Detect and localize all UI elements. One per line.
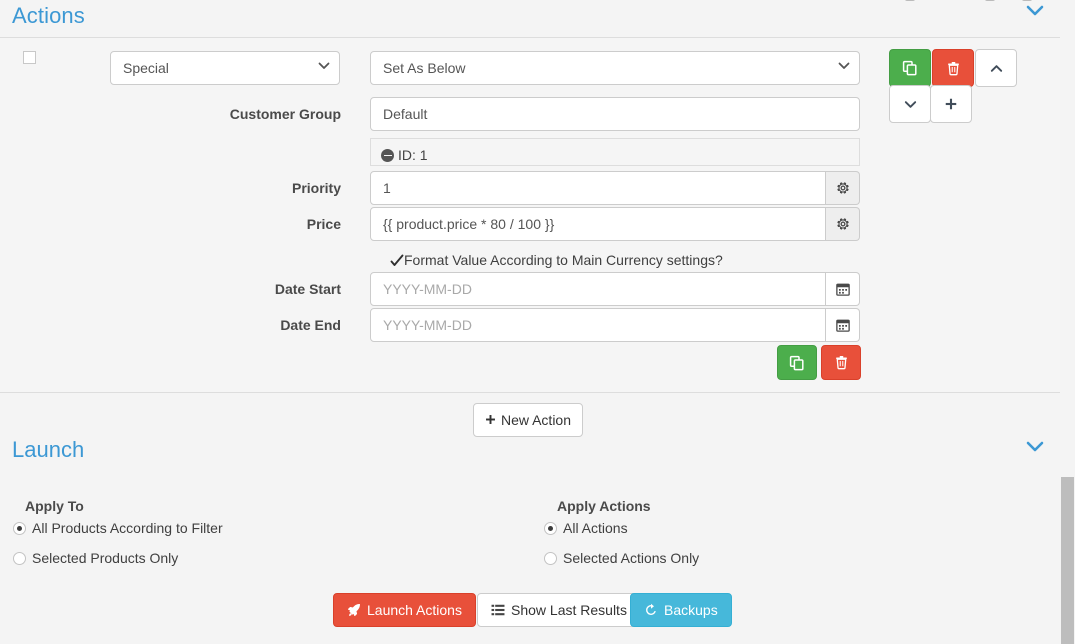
copy-action-button[interactable]: [889, 49, 931, 87]
checkmark-icon[interactable]: [390, 254, 404, 267]
radio-icon[interactable]: [544, 552, 557, 565]
trash-icon: [835, 355, 847, 370]
price-label: Price: [306, 216, 341, 232]
chevron-up-icon: [990, 64, 1002, 72]
chevron-down-icon[interactable]: [1025, 440, 1045, 460]
action-type-select-wrap: Special: [110, 51, 340, 85]
trash-icon: [947, 61, 959, 75]
delete-field-button[interactable]: [821, 345, 861, 380]
move-up-button[interactable]: [975, 49, 1017, 87]
customer-group-id-label: ID: 1: [398, 147, 428, 163]
new-action-label: New Action: [500, 412, 572, 428]
show-last-results-label: Show Last Results: [511, 602, 627, 618]
copy-icon: [902, 60, 917, 76]
action-mode-select[interactable]: Set As Below: [370, 51, 860, 85]
gear-icon: [836, 218, 849, 230]
apply-to-group-label: Apply To: [25, 498, 84, 514]
radio-selected-products-only[interactable]: Selected Products Only: [13, 550, 178, 566]
page-title: Actions: [12, 3, 85, 28]
copy-icon: [789, 355, 804, 370]
chevron-down-icon[interactable]: [1025, 4, 1045, 24]
chevron-down-icon: [904, 100, 916, 108]
date-end-label: Date End: [280, 317, 341, 333]
page-scrollbar-thumb[interactable]: [1061, 477, 1074, 644]
gear-icon: [836, 182, 849, 194]
calendar-icon: [835, 283, 850, 296]
launch-actions-label: Launch Actions: [367, 602, 462, 618]
radio-icon[interactable]: [13, 552, 26, 565]
customer-group-id-item[interactable]: ID: 1: [370, 138, 860, 166]
plus-icon: [945, 98, 957, 110]
history-icon: [644, 603, 658, 617]
radio-label: All Products According to Filter: [32, 520, 223, 536]
action-type-select[interactable]: Special: [110, 51, 340, 85]
customer-group-input[interactable]: [370, 97, 860, 131]
date-start-input[interactable]: [370, 272, 826, 306]
launch-actions-button[interactable]: Launch Actions: [333, 593, 476, 627]
price-settings-button[interactable]: [826, 207, 860, 241]
backups-button[interactable]: Backups: [630, 593, 732, 627]
action-mode-select-wrap: Set As Below: [370, 51, 860, 85]
radio-label: All Actions: [563, 520, 628, 536]
page-root: Actions Special Set As Below Customer Gr…: [0, 0, 1075, 644]
add-row-button[interactable]: [930, 85, 972, 123]
radio-icon[interactable]: [13, 522, 26, 535]
date-end-input[interactable]: [370, 308, 826, 342]
date-end-calendar-button[interactable]: [826, 308, 860, 342]
date-start-label: Date Start: [274, 281, 341, 297]
action-row-select-checkbox[interactable]: [23, 51, 36, 64]
copy-field-button[interactable]: [777, 345, 817, 380]
list-icon: [491, 603, 505, 617]
launch-title: Launch: [12, 437, 85, 462]
move-down-button[interactable]: [889, 85, 931, 123]
actions-panel-heading: Actions: [0, 0, 1060, 37]
priority-label: Priority: [291, 180, 341, 196]
minus-circle-icon[interactable]: [381, 149, 394, 162]
page-scrollbar-track[interactable]: [1060, 0, 1075, 644]
radio-label: Selected Actions Only: [563, 550, 700, 566]
radio-all-products-according-to-filter[interactable]: All Products According to Filter: [13, 520, 223, 536]
delete-action-button[interactable]: [932, 49, 974, 87]
date-start-calendar-button[interactable]: [826, 272, 860, 306]
plus-icon: [485, 412, 496, 428]
format-currency-label: Format Value According to Main Currency …: [404, 252, 723, 268]
radio-all-actions[interactable]: All Actions: [544, 520, 628, 536]
backups-label: Backups: [664, 602, 718, 618]
rocket-icon: [347, 603, 361, 617]
new-action-button[interactable]: New Action: [473, 403, 583, 437]
calendar-icon: [835, 319, 850, 332]
price-input[interactable]: [370, 207, 826, 241]
apply-actions-group-label: Apply Actions: [557, 498, 651, 514]
priority-input[interactable]: [370, 171, 826, 205]
radio-selected-actions-only[interactable]: Selected Actions Only: [544, 550, 699, 566]
radio-label: Selected Products Only: [32, 550, 179, 566]
show-last-results-button[interactable]: Show Last Results: [477, 593, 641, 627]
format-currency-checkbox-wrap[interactable]: Format Value According to Main Currency …: [390, 252, 723, 268]
priority-settings-button[interactable]: [826, 171, 860, 205]
customer-group-label: Customer Group: [229, 106, 341, 122]
radio-icon[interactable]: [544, 522, 557, 535]
